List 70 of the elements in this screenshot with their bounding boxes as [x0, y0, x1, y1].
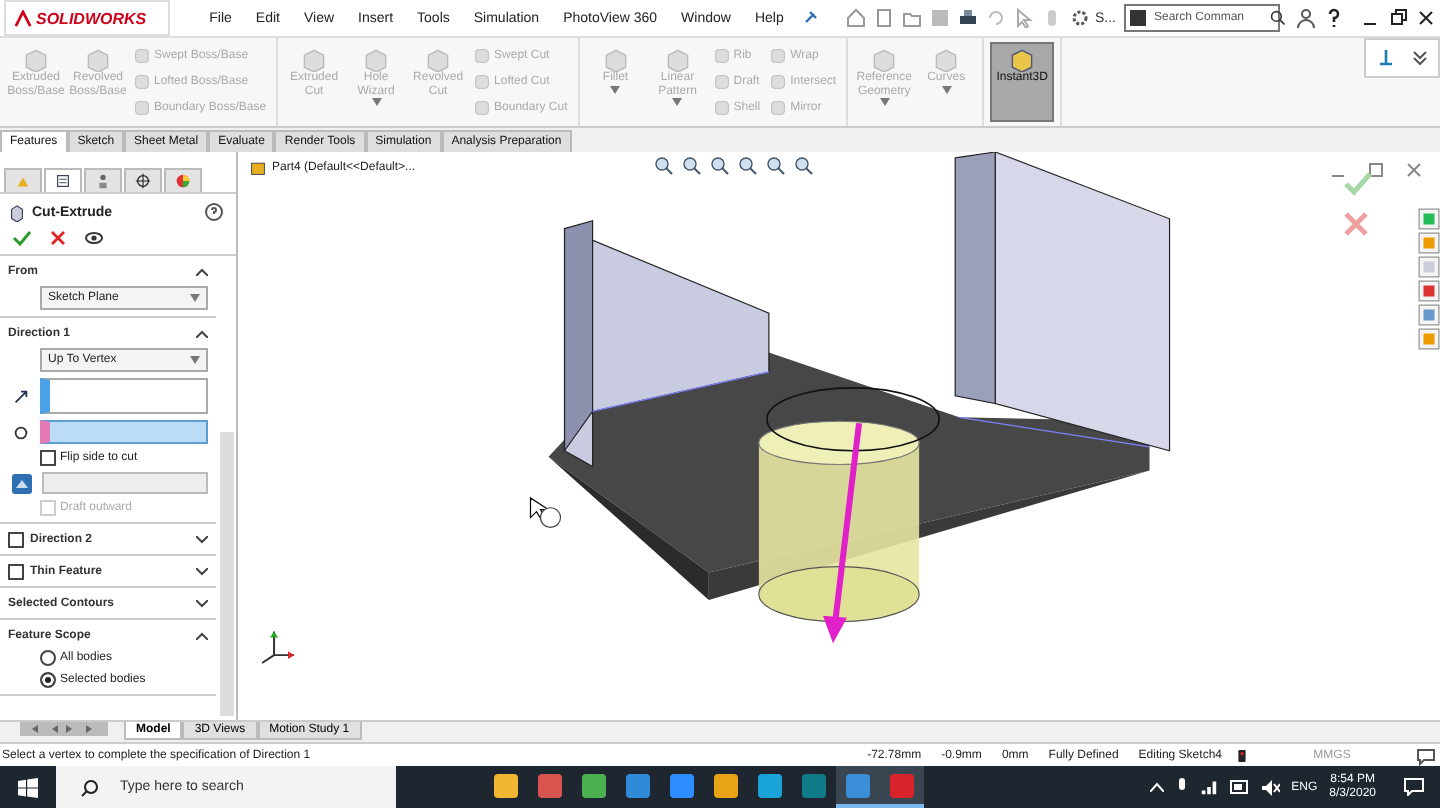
cut-extrude-icon — [8, 203, 26, 221]
cube-icon — [1010, 48, 1035, 72]
tab-nav-icon[interactable] — [20, 722, 108, 736]
search-icon — [1270, 10, 1286, 26]
radio-button[interactable] — [40, 650, 56, 666]
tree-icon — [14, 172, 32, 190]
panel-tab[interactable] — [44, 168, 82, 192]
checkbox[interactable] — [8, 531, 24, 547]
expand-icon[interactable] — [1409, 48, 1429, 68]
scrollbar[interactable] — [220, 432, 234, 716]
cube-icon — [24, 48, 48, 72]
cursor-icon — [529, 496, 562, 528]
gear-icon[interactable] — [1070, 8, 1091, 28]
user-icon[interactable] — [1296, 8, 1316, 28]
triad-icon — [261, 630, 296, 664]
printer-icon[interactable] — [958, 8, 979, 28]
chevron-up-icon[interactable] — [196, 329, 208, 337]
cancel-icon[interactable] — [48, 228, 68, 248]
arrow-icon — [12, 387, 30, 405]
speaker-icon[interactable] — [1261, 779, 1280, 795]
chevron-up-icon[interactable] — [196, 631, 208, 639]
cube-icon — [364, 48, 389, 72]
zoom-fit-icon[interactable] — [654, 156, 674, 176]
vertex-icon — [12, 423, 30, 441]
person-icon — [94, 172, 112, 190]
direction-arrow[interactable] — [822, 422, 862, 644]
cube-icon — [603, 48, 628, 72]
chevron-down-icon[interactable] — [196, 599, 208, 607]
chevron-down-icon[interactable] — [196, 535, 208, 543]
new-file-icon[interactable] — [874, 8, 895, 28]
axis-icon[interactable] — [1375, 48, 1395, 68]
network-icon — [1199, 778, 1218, 796]
battery-icon — [1229, 780, 1250, 794]
solidworks-logo: SOLIDWORKS — [4, 0, 171, 36]
chevron-down-icon[interactable] — [196, 567, 208, 575]
spinner-field[interactable] — [42, 472, 208, 494]
search-icon — [80, 777, 100, 797]
cube-icon — [872, 48, 897, 72]
caret-icon — [190, 356, 200, 364]
cube-icon — [426, 48, 451, 72]
caret-icon — [941, 85, 952, 93]
checkbox[interactable] — [8, 563, 24, 579]
ok-icon[interactable] — [12, 228, 32, 248]
caret-icon — [190, 294, 200, 302]
caret-icon — [610, 85, 621, 93]
selection-box[interactable] — [40, 378, 208, 414]
taskbar-app[interactable] — [880, 766, 924, 808]
caret-icon — [672, 98, 683, 106]
cube-icon — [86, 48, 110, 72]
part-icon — [250, 160, 266, 176]
draft-icon — [12, 473, 32, 493]
panel-tab[interactable] — [124, 168, 162, 192]
help-icon[interactable] — [1324, 8, 1344, 28]
cube-icon — [934, 48, 959, 72]
logo-icon — [14, 9, 32, 27]
cube-icon — [302, 48, 327, 72]
microphone-icon — [1175, 778, 1188, 796]
crosshair-icon — [134, 172, 152, 190]
close-icon[interactable] — [1416, 8, 1436, 28]
caret-icon — [371, 98, 382, 106]
notification-icon[interactable] — [1404, 778, 1424, 796]
message-icon[interactable] — [1416, 745, 1436, 765]
start-icon[interactable] — [18, 777, 38, 797]
taskbar-app[interactable] — [836, 766, 880, 808]
rebuild-icon — [1236, 747, 1248, 763]
help-icon[interactable] — [204, 202, 224, 222]
cube-icon — [665, 48, 690, 72]
caret-icon — [879, 98, 890, 106]
chevron-up-icon[interactable] — [196, 267, 208, 275]
radio-button[interactable] — [40, 672, 56, 688]
